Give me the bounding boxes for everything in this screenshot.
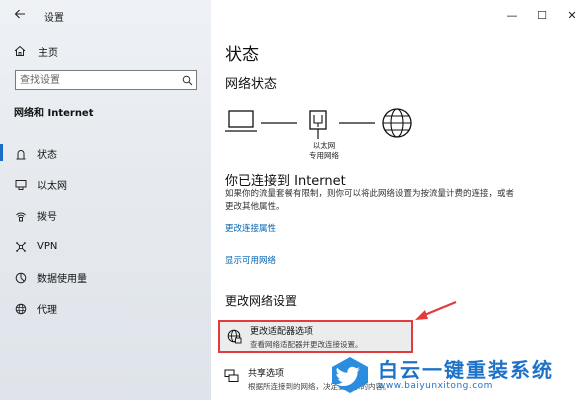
sidebar-item-proxy[interactable]: 代理 [0,293,211,324]
back-button[interactable] [0,0,40,32]
search-box[interactable] [15,70,197,90]
sharing-icon [224,368,240,384]
search-input[interactable] [16,71,178,89]
ethernet-port-icon [309,110,327,139]
adapter-globe-icon [226,329,242,345]
sidebar-item-ethernet[interactable]: 以太网 [0,169,211,200]
change-connection-properties-link[interactable]: 更改连接属性 [225,222,276,234]
section-title: 网络和 Internet [14,108,94,119]
status-icon [14,147,28,161]
sidebar-item-dialup[interactable]: 拨号 [0,200,211,231]
change-adapter-options-button[interactable]: 更改适配器选项 查看网络适配器并更改连接设置。 [218,320,413,353]
sidebar-item-label: 主页 [38,47,58,59]
minimize-button[interactable]: — [497,0,527,30]
watermark-url: www.baiyunxitong.com [378,381,493,391]
network-status-title: 网络状态 [225,77,278,92]
search-icon[interactable] [178,71,196,89]
vpn-icon [14,240,28,254]
adapter-option-title: 更改适配器选项 [250,326,314,337]
data-usage-icon [14,271,28,285]
sidebar-item-label: 以太网 [37,181,67,192]
watermark-logo: 白云一键重装系统 www.baiyunxitong.com [328,353,583,397]
watermark-brand: 白云一键重装系统 [378,358,554,382]
connected-description: 如果你的流量套餐有限制，则你可以将此网络设置为按流量计费的连接，或者更改其他属性… [225,189,515,212]
dialup-icon [14,209,28,223]
sidebar-item-label: 状态 [37,150,57,161]
back-arrow-icon [14,8,26,24]
page-title: 状态 [225,45,259,65]
connected-title: 你已连接到 Internet [225,174,346,189]
sidebar-item-data-usage[interactable]: 数据使用量 [0,262,211,293]
close-button[interactable]: ✕ [557,0,587,30]
proxy-icon [14,302,28,316]
diagram-label-line2: 专用网络 [309,151,339,160]
ethernet-icon [14,178,28,192]
sidebar: 设置 主页 网络和 Internet 状态 以太网 [0,0,211,400]
change-network-settings-title: 更改网络设置 [225,294,298,308]
sidebar-item-label: VPN [37,241,58,252]
diagram-label: 以太网 专用网络 [294,141,354,161]
sidebar-nav: 状态 以太网 拨号 VPN 数据使用量 代理 [0,138,211,324]
sidebar-item-label: 数据使用量 [37,274,87,285]
window-controls: — ☐ ✕ [497,0,587,30]
globe-icon [382,108,412,138]
computer-icon [225,110,257,132]
sidebar-item-home[interactable]: 主页 [0,40,211,62]
titlebar-left: 设置 [0,0,211,32]
sidebar-item-label: 拨号 [37,212,57,223]
sidebar-item-status[interactable]: 状态 [0,138,211,169]
show-available-networks-link[interactable]: 显示可用网络 [225,254,276,266]
adapter-option-desc: 查看网络适配器并更改连接设置。 [250,339,363,349]
maximize-button[interactable]: ☐ [527,0,557,30]
app-title: 设置 [44,12,64,24]
sidebar-item-vpn[interactable]: VPN [0,231,211,262]
sidebar-item-label: 代理 [37,305,57,316]
home-icon [14,45,28,57]
twitter-bird-logo-icon [332,357,368,393]
annotation-arrow-icon [415,300,457,320]
diagram-label-line1: 以太网 [312,141,336,150]
main-panel: — ☐ ✕ 状态 网络状态 以太网 专用网络 你已连接到 Internet 如果… [211,0,587,400]
